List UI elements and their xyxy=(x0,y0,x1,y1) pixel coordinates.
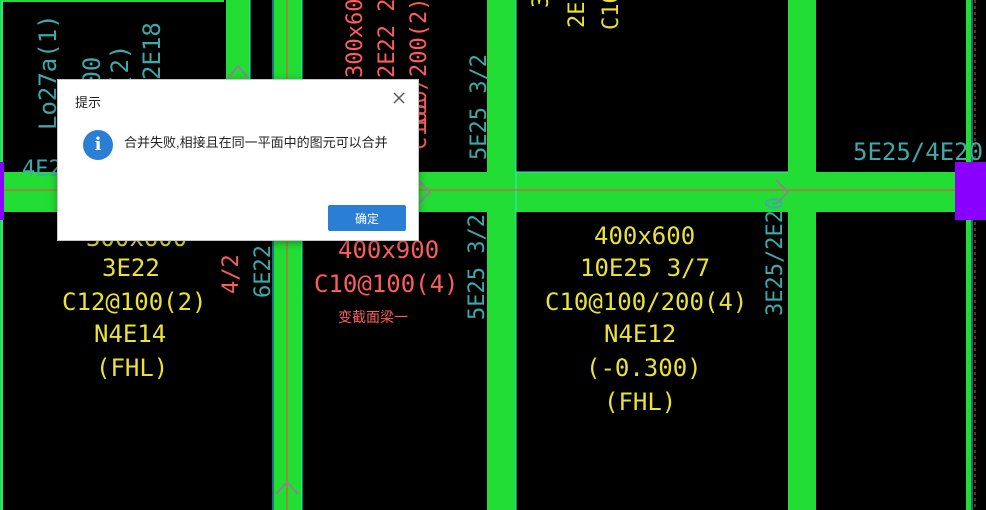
dialog-title: 提示 xyxy=(75,95,102,110)
label-top-right-3: 3 xyxy=(529,0,554,8)
label-mid-vertical-cyan: 5E25 3/2 xyxy=(465,214,490,320)
beam3-elevation: (-0.300) xyxy=(586,354,702,382)
dialog-message: 合并失败,相接且在同一平面中的图元可以合并 xyxy=(124,135,388,150)
grip-handle-right[interactable] xyxy=(955,162,986,220)
beam3-size: 400x600 xyxy=(594,222,695,250)
beam2-stirrup: C10@100(4) xyxy=(314,270,459,298)
grip-handle-left[interactable] xyxy=(0,162,4,220)
beam3-side-rebar: N4E12 xyxy=(604,320,676,348)
label-vertical-left-b: 6E22 xyxy=(251,245,276,298)
merge-failed-dialog: 提示 i 合并失败,相接且在同一平面中的图元可以合并 确定 xyxy=(57,79,419,241)
beam1-top-rebar: 3E22 xyxy=(102,254,160,282)
cad-drawing-canvas[interactable]: Lo27a(1) (2) 000 2E18 4E2 300x600 2E22 2… xyxy=(0,0,986,510)
label-mid-right-vertical: 3E25/2E20 xyxy=(763,197,788,316)
beam1-note: (FHL) xyxy=(96,354,168,382)
label-top-rebar: 2E22 2/4 xyxy=(375,0,400,78)
label-left-vertical-4: 2E18 xyxy=(138,22,166,80)
label-top-right-1: 2E2 xyxy=(565,0,590,28)
beam3-top-rebar: 10E25 3/7 xyxy=(580,254,710,282)
beam2-note: 变截面梁一 xyxy=(338,310,408,326)
beam3-stirrup: C10@100/200(4) xyxy=(545,288,747,316)
label-top-size: 300x600 xyxy=(343,0,368,78)
label-top-vertical-cyan: 5E25 3/2 xyxy=(467,54,492,160)
close-icon[interactable] xyxy=(391,90,407,106)
label-top-right-2: C10 xyxy=(599,0,624,30)
label-vertical-left-a: 4/2 xyxy=(219,254,244,294)
label-left-horizontal: 4E2 xyxy=(22,157,62,182)
beam1-side-rebar: N4E14 xyxy=(94,320,166,348)
ok-button[interactable]: 确定 xyxy=(328,205,406,231)
beam1-stirrup: C12@100(2) xyxy=(62,288,207,316)
label-right-rebar: 5E25/4E20 xyxy=(853,138,983,166)
beam3-note: (FHL) xyxy=(604,388,676,416)
info-icon: i xyxy=(83,130,113,160)
